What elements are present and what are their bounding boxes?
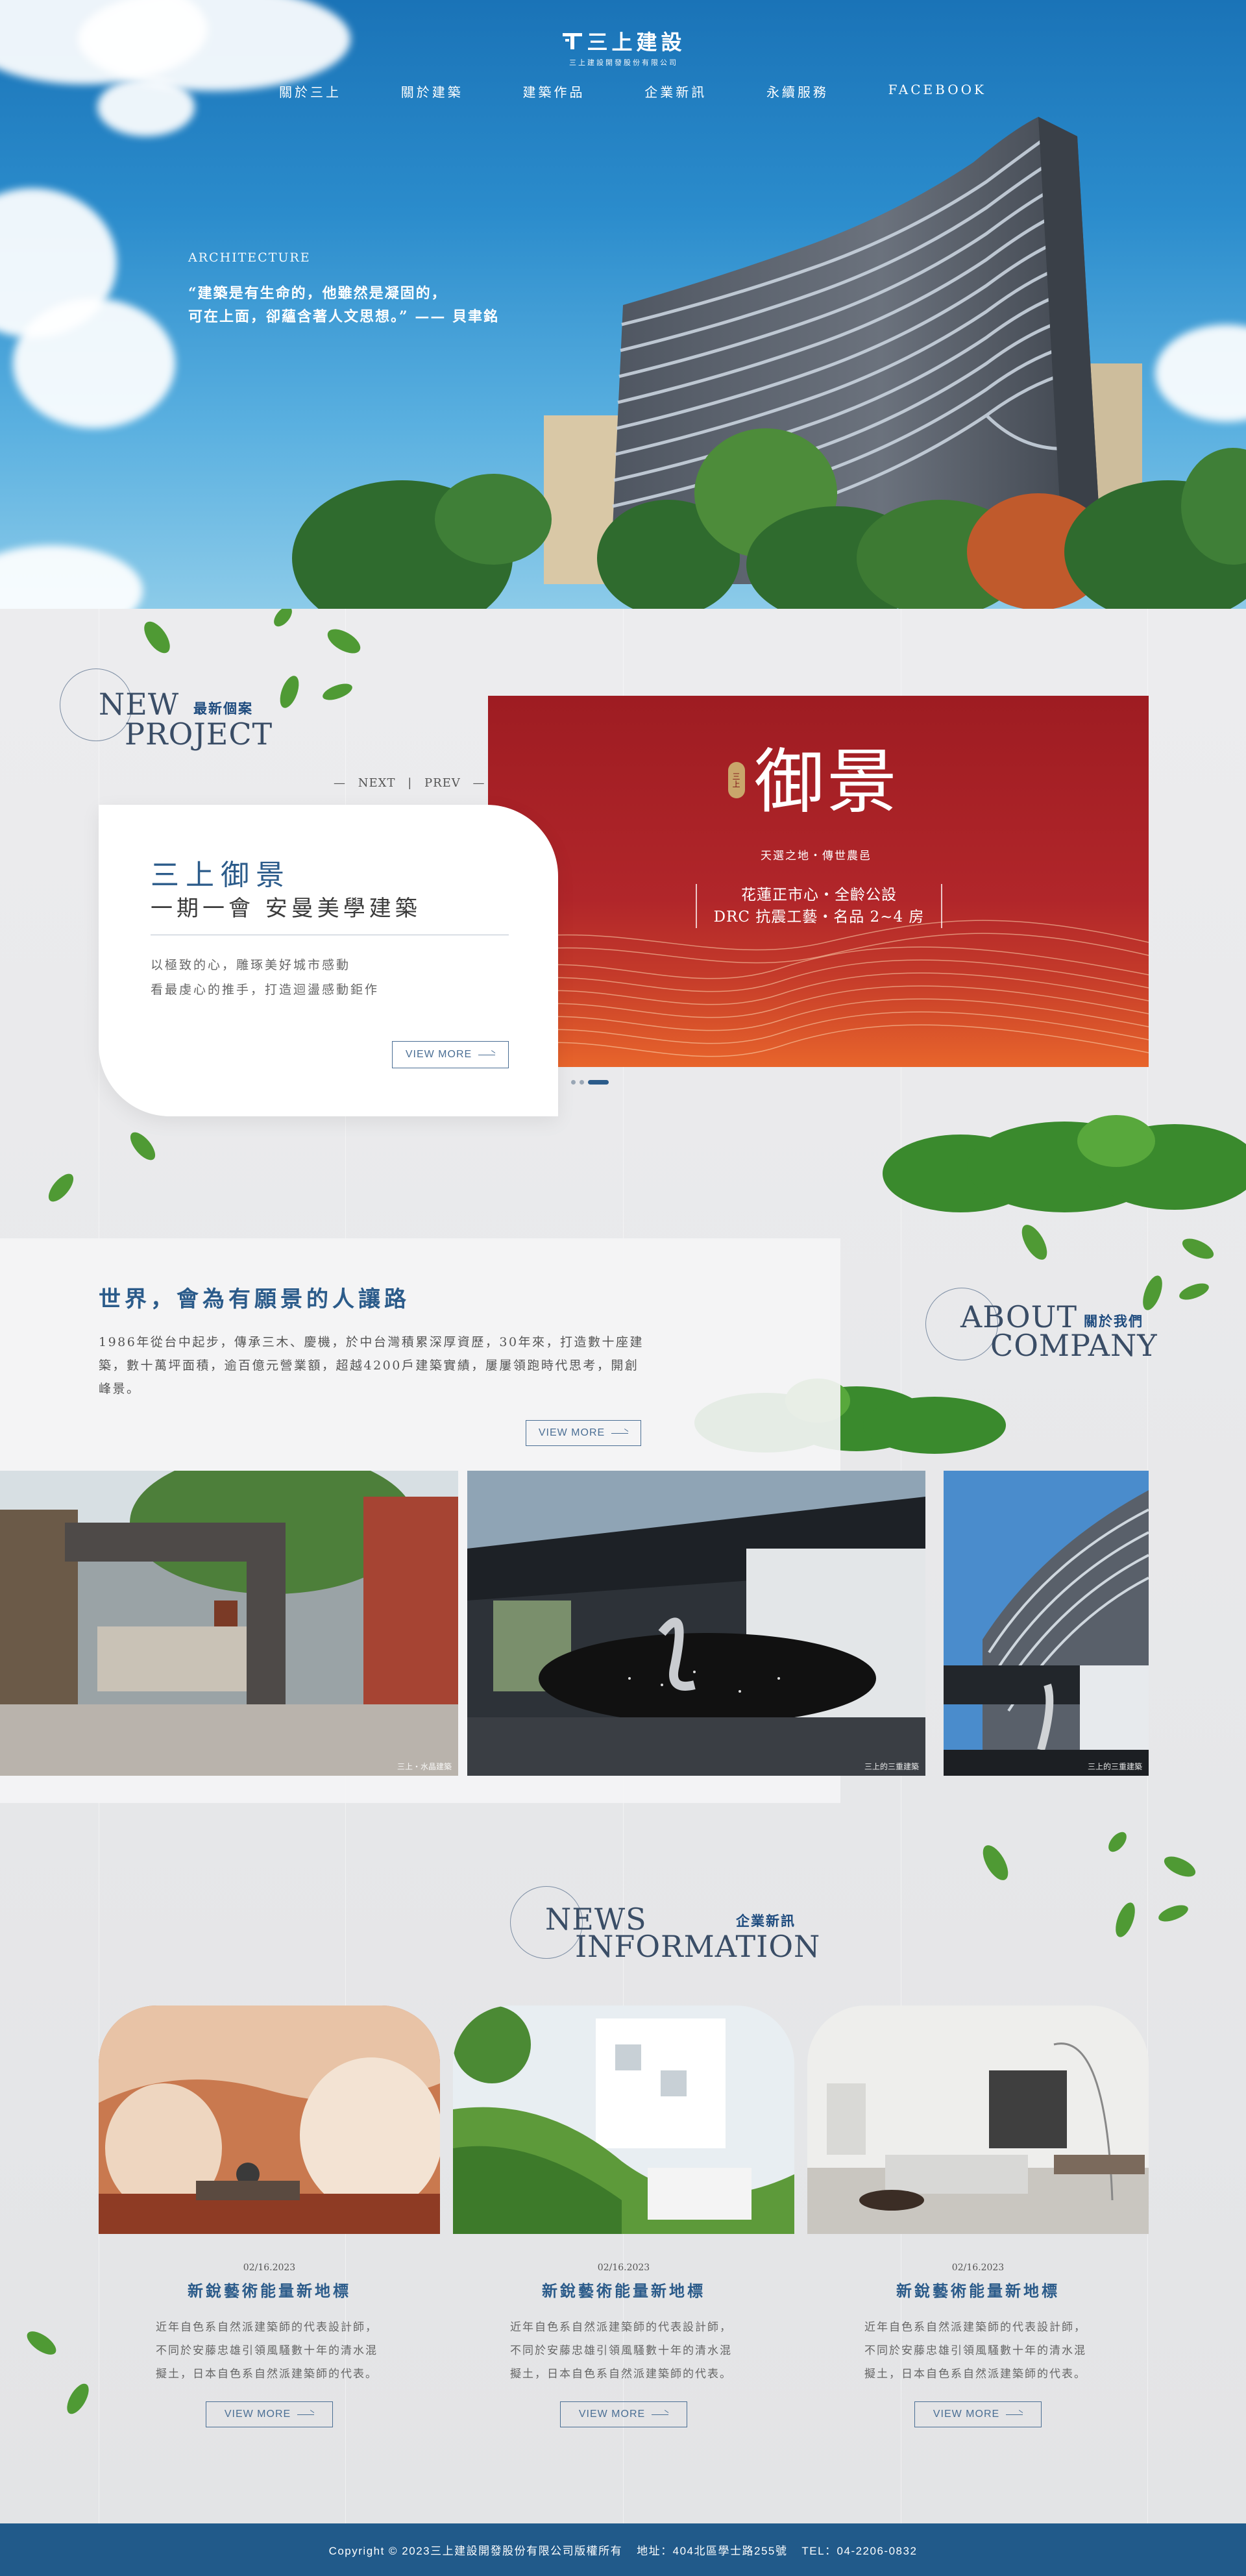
hero-kicker: ARCHITECTURE (188, 251, 311, 265)
about-photo[interactable]: 三上的三重建築 (467, 1471, 925, 1776)
project-card: 三上御景 一期一會 安曼美學建築 以極致的心，雕琢美好城市感動 看最虔心的推手，… (99, 805, 558, 1116)
news-image (453, 2006, 794, 2234)
news-body: 近年自色系自然派建築師的代表設計師，不同於安藤忠雄引領風騷數十年的清水混擬土，日… (510, 2321, 732, 2381)
news-view-more-button[interactable]: VIEW MORE (560, 2401, 687, 2427)
button-label: VIEW MORE (224, 2409, 291, 2420)
hero-banner: 三上建設 三上建設開發股份有限公司 關於三上 關於建築 建築作品 企業新訊 永續… (0, 0, 1246, 609)
footer-tel[interactable]: TEL：04-2206-0832 (801, 2542, 917, 2558)
nav-item-about-sanshang[interactable]: 關於三上 (279, 82, 341, 101)
logo-subtitle: 三上建設開發股份有限公司 (569, 58, 678, 67)
news-heading: NEWS INFORMATION 企業新訊 (510, 1883, 820, 1974)
hero-quote-line: “建築是有生命的，他雖然是凝固的， (188, 285, 447, 302)
news-title[interactable]: 新銳藝術能量新地標 (453, 2278, 794, 2301)
main-nav: 關於三上 關於建築 建築作品 企業新訊 永續服務 FACEBOOK (279, 82, 986, 101)
arrow-right-icon (652, 2414, 669, 2415)
dash: — (472, 776, 485, 790)
button-label: VIEW MORE (933, 2409, 1000, 2420)
divider: | (408, 776, 413, 790)
nav-item-service[interactable]: 永續服務 (766, 82, 829, 101)
news-image (807, 2006, 1149, 2234)
footer-address: 地址：404北區學士路255號 (637, 2545, 788, 2557)
heading-en-line2: INFORMATION (575, 1929, 821, 1964)
new-project-heading: NEW PROJECT 最新個案 (60, 666, 272, 757)
courtyard-photo (467, 1471, 925, 1776)
banner-brand: 御景 (754, 742, 900, 823)
news-title[interactable]: 新銳藝術能量新地標 (807, 2278, 1149, 2301)
photo-caption: 三上・水晶建築 (397, 1762, 452, 1771)
news-view-more-button[interactable]: VIEW MORE (206, 2401, 333, 2427)
news-title[interactable]: 新銳藝術能量新地標 (99, 2278, 440, 2301)
logo-mark-icon (563, 33, 583, 49)
slider-dot[interactable] (580, 1080, 584, 1085)
project-slider-nav: — NEXT | PREV — (330, 776, 489, 790)
banner-feature-line: DRC 抗震工藝・名品 2~4 房 (713, 909, 925, 926)
slider-dots (571, 1080, 609, 1085)
site-footer: Copyright © 2023三上建設開發股份有限公司版權所有 地址：404北… (0, 2523, 1246, 2576)
button-label: VIEW MORE (538, 1427, 605, 1438)
arrow-right-icon (297, 2414, 315, 2415)
news-body: 近年自色系自然派建築師的代表設計師，不同於安藤忠雄引領風騷數十年的清水混擬土，日… (864, 2321, 1086, 2381)
footer-copyright: Copyright © 2023三上建設開發股份有限公司版權所有 (328, 2545, 623, 2557)
about-heading: 世界，會為有願景的人讓路 (99, 1286, 410, 1312)
button-label: VIEW MORE (578, 2409, 646, 2420)
project-view-more-button[interactable]: VIEW MORE (392, 1041, 509, 1068)
news-body: 近年自色系自然派建築師的代表設計師，不同於安藤忠雄引領風騷數十年的清水混擬土，日… (156, 2321, 378, 2381)
news-date: 02/16.2023 (597, 2263, 650, 2273)
heading-cn: 最新個案 (193, 700, 253, 717)
project-headline: 一期一會 安曼美學建築 (151, 896, 421, 922)
banner-seal: 三上 (728, 762, 745, 798)
slider-dot-active[interactable] (588, 1080, 609, 1085)
news-date: 02/16.2023 (243, 2263, 296, 2273)
photo-caption: 三上的三重建築 (1087, 1762, 1142, 1771)
project-banner[interactable]: 三上 御景 天選之地・傳世農邑 花蓮正市心・全齡公設 DRC 抗震工藝・名品 2… (488, 696, 1149, 1067)
nav-item-news[interactable]: 企業新訊 (644, 82, 707, 101)
about-photo[interactable]: 三上的三重建築 (944, 1471, 1149, 1776)
news-view-more-button[interactable]: VIEW MORE (914, 2401, 1042, 2427)
project-desc: 看最虔心的推手，打造迴盪感動鉅作 (151, 983, 380, 997)
dash: — (334, 776, 346, 790)
hero-quote-line: 可在上面，卻蘊含著人文思想。” —— 貝聿銘 (188, 308, 499, 325)
arrow-right-icon (1006, 2414, 1023, 2415)
heading-cn: 企業新訊 (736, 1913, 796, 1929)
banner-feature-line: 花蓮正市心・全齡公設 (741, 887, 897, 903)
hero-quote: ARCHITECTURE “建築是有生命的，他雖然是凝固的， 可在上面，卻蘊含著… (188, 251, 499, 328)
nav-item-about-architecture[interactable]: 關於建築 (401, 82, 463, 101)
logo-name: 三上建設 (587, 30, 686, 55)
about-text: 1986年從台中起步，傳承三木、慶機，於中台灣積累深厚資歷，30年來，打造數十座… (99, 1335, 644, 1396)
photo-caption: 三上的三重建築 (864, 1762, 919, 1771)
arrow-right-icon (611, 1432, 629, 1434)
banner-features: 花蓮正市心・全齡公設 DRC 抗震工藝・名品 2~4 房 (696, 884, 942, 928)
banner-slogan: 天選之地・傳世農邑 (761, 850, 872, 863)
street-photo (0, 1471, 458, 1776)
heading-en-line2: PROJECT (125, 717, 273, 752)
heading-cn: 關於我們 (1084, 1313, 1143, 1329)
interior-photo (99, 2006, 440, 2234)
about-view-more-button[interactable]: VIEW MORE (526, 1420, 641, 1446)
nav-item-facebook[interactable]: FACEBOOK (888, 82, 986, 101)
news-date: 02/16.2023 (951, 2263, 1005, 2273)
next-button[interactable]: NEXT (358, 776, 396, 790)
slider-dot[interactable] (571, 1080, 576, 1085)
about-company-heading: ABOUT COMPANY 關於我們 (925, 1285, 1157, 1376)
about-photo[interactable]: 三上・水晶建築 (0, 1471, 458, 1776)
tower-photo (944, 1471, 1149, 1776)
news-image (99, 2006, 440, 2234)
site-logo[interactable]: 三上建設 三上建設開發股份有限公司 (556, 26, 692, 67)
green-roof-photo (453, 2006, 794, 2234)
project-name: 三上御景 (151, 859, 291, 892)
heading-en-line2: COMPANY (990, 1328, 1158, 1363)
living-room-photo (807, 2006, 1149, 2234)
button-label: VIEW MORE (405, 1049, 472, 1060)
project-desc: 以極致的心，雕琢美好城市感動 (151, 958, 351, 972)
nav-item-works[interactable]: 建築作品 (522, 82, 585, 101)
prev-button[interactable]: PREV (424, 776, 461, 790)
